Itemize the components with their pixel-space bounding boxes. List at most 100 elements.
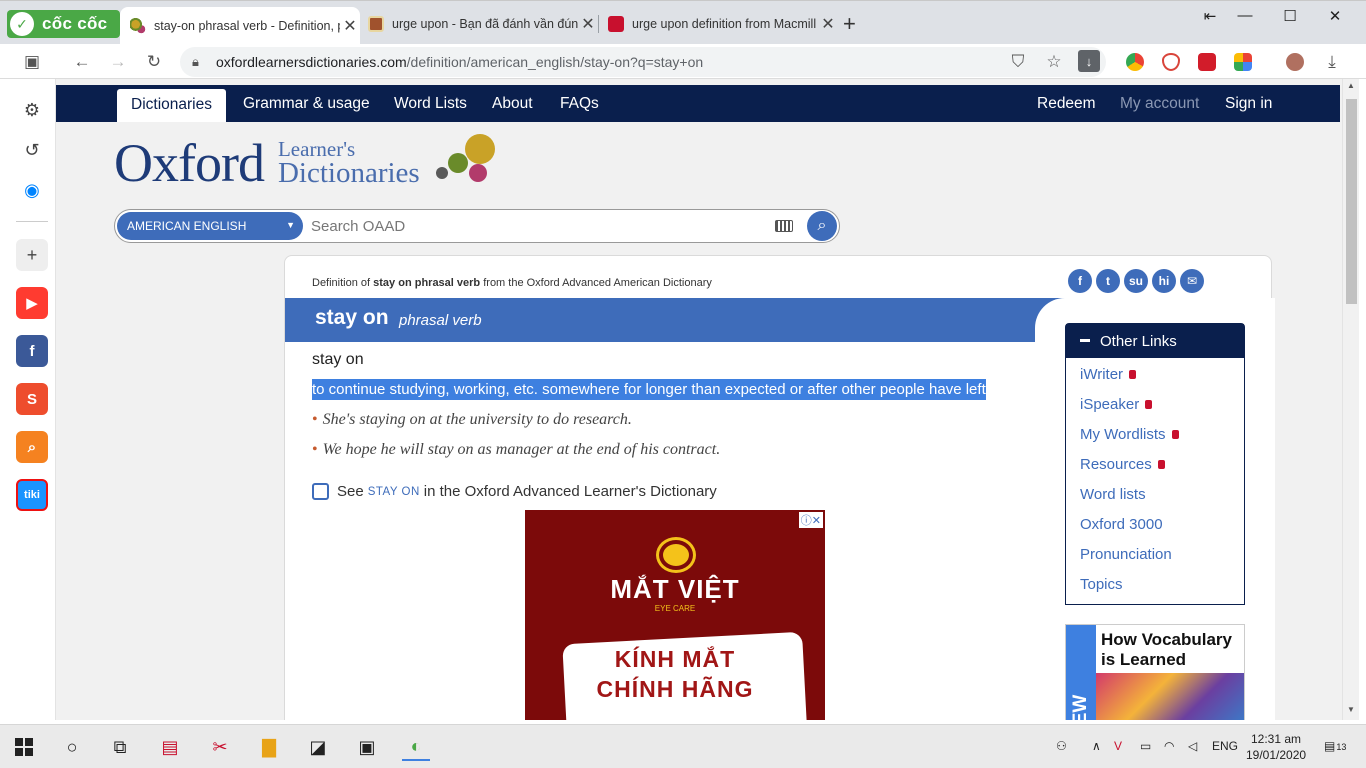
example-sentence: • She's staying on at the university to d… <box>312 411 632 428</box>
hi-share-icon[interactable]: hi <box>1152 269 1176 293</box>
chrome-extension-icon[interactable] <box>1126 53 1144 71</box>
lock-icon <box>1171 430 1179 439</box>
adblock-extension-icon[interactable] <box>1162 53 1180 71</box>
ad-tagline: EYE CARE <box>654 604 696 613</box>
history-icon[interactable]: ↺ <box>16 134 48 166</box>
add-sidebar-app-button[interactable]: + <box>16 239 48 271</box>
input-language[interactable]: ENG <box>1212 739 1238 753</box>
nav-grammar-usage[interactable]: Grammar & usage <box>243 95 370 113</box>
link-ispeaker[interactable]: iSpeaker <box>1080 396 1153 413</box>
tab-title: stay-on phrasal verb - Definition, p <box>154 19 340 33</box>
downloads-icon[interactable]: ⤓ <box>1320 50 1344 74</box>
scrollbar-thumb[interactable] <box>1346 99 1357 304</box>
messenger-icon[interactable]: ◉ <box>16 174 48 206</box>
coccoc-taskbar-icon[interactable]: ◐ <box>402 733 430 761</box>
profile-avatar[interactable] <box>1286 53 1304 71</box>
browser-sidebar: ⚙ ↺ ◉ + ▶ f S ⌕ tiki <box>0 79 56 720</box>
keyboard-icon[interactable] <box>775 220 793 232</box>
ad-info-close-icon[interactable]: ⓘ✕ <box>798 512 823 528</box>
facebook-share-icon[interactable]: f <box>1068 269 1092 293</box>
close-window-button[interactable]: ✕ <box>1315 7 1355 25</box>
task-view-icon[interactable]: ⧉ <box>106 733 134 761</box>
reload-button[interactable]: ↻ <box>142 50 166 74</box>
tab-urge-upon-macmillan[interactable]: urge upon definition from Macmill ✕ <box>598 9 838 39</box>
nav-dictionaries[interactable]: Dictionaries <box>117 89 226 122</box>
stumbleupon-share-icon[interactable]: su <box>1124 269 1148 293</box>
link-resources[interactable]: Resources <box>1080 456 1165 473</box>
scroll-down-icon[interactable]: ▼ <box>1347 705 1355 714</box>
tab-search-button[interactable]: ⇤ <box>1190 7 1230 25</box>
email-share-icon[interactable]: ✉ <box>1180 269 1204 293</box>
lock-icon <box>1129 370 1137 379</box>
link-topics[interactable]: Topics <box>1080 576 1123 593</box>
windows-start-icon[interactable] <box>10 733 38 761</box>
advertisement[interactable]: ⓘ✕ MẮT VIỆT EYE CARE KÍNH MẮT CHÍNH HÃNG <box>525 510 825 720</box>
vocabulary-promo[interactable]: NEW How Vocabulary is Learned <box>1065 624 1245 720</box>
people-icon[interactable]: ⚇ <box>1056 739 1067 753</box>
link-my-wordlists[interactable]: My Wordlists <box>1080 426 1179 443</box>
link-word-lists[interactable]: Word lists <box>1080 486 1146 503</box>
nav-faqs[interactable]: FAQs <box>560 95 599 113</box>
new-tab-button[interactable]: + <box>843 11 856 37</box>
close-tab-icon[interactable]: ✕ <box>340 16 360 36</box>
minimize-button[interactable]: — <box>1225 7 1265 24</box>
forward-button[interactable]: → <box>106 50 130 74</box>
nav-sign-in[interactable]: Sign in <box>1225 95 1272 113</box>
new-badge: NEW <box>1066 625 1096 720</box>
sidebar-toggle-icon[interactable]: ▣ <box>20 50 44 74</box>
link-pronunciation[interactable]: Pronunciation <box>1080 546 1172 563</box>
maximize-button[interactable]: ☐ <box>1270 7 1310 25</box>
colorful-extension-icon[interactable] <box>1234 53 1252 71</box>
nav-redeem[interactable]: Redeem <box>1037 95 1096 113</box>
volume-icon[interactable]: ◁ <box>1188 739 1197 753</box>
search-button[interactable]: ⌕ <box>807 211 837 241</box>
other-links-header[interactable]: Other Links <box>1066 324 1244 358</box>
page-scrollbar[interactable]: ▲ ▼ <box>1342 79 1359 720</box>
clock[interactable]: 12:31 am 19/01/2020 <box>1246 731 1306 763</box>
twitter-share-icon[interactable]: t <box>1096 269 1120 293</box>
oxford-learners-logo[interactable]: Oxford Learner's Dictionaries <box>114 133 510 197</box>
unikey-icon[interactable]: V <box>1114 739 1122 753</box>
shopee-icon[interactable]: S <box>16 383 48 415</box>
tiki-icon[interactable]: tiki <box>16 479 48 511</box>
back-button[interactable]: ← <box>70 50 94 74</box>
battery-icon[interactable]: ▭ <box>1140 739 1151 753</box>
nav-my-account[interactable]: My account <box>1120 95 1199 113</box>
download-page-icon[interactable]: ↓ <box>1078 50 1100 72</box>
show-hidden-icons[interactable]: ∧ <box>1092 739 1101 753</box>
youtube-icon[interactable]: ▶ <box>16 287 48 319</box>
promo-title: How Vocabulary is Learned <box>1101 630 1232 669</box>
search-input[interactable]: Search OAAD <box>311 218 405 235</box>
notifications-icon[interactable]: ▤13 <box>1324 739 1346 753</box>
facebook-icon[interactable]: f <box>16 335 48 367</box>
tab-urge-upon-cambridge[interactable]: urge upon - Bạn đã đánh vần đúng ✕ <box>358 9 598 39</box>
snipping-tool-icon[interactable]: ✂ <box>206 733 234 761</box>
link-oxford-3000[interactable]: Oxford 3000 <box>1080 516 1163 533</box>
red-extension-icon[interactable] <box>1198 53 1216 71</box>
search-app-icon[interactable]: ⌕ <box>16 431 48 463</box>
nav-about[interactable]: About <box>492 95 533 113</box>
app-window-icon[interactable]: ▣ <box>353 733 381 761</box>
shield-icon[interactable]: ⛉ <box>1006 50 1030 74</box>
app-icon[interactable]: ▤ <box>156 733 184 761</box>
lock-icon: 🔒︎ <box>192 54 199 69</box>
link-iwriter[interactable]: iWriter <box>1080 366 1137 383</box>
see-also-link[interactable]: See STAY ON in the Oxford Advanced Learn… <box>312 483 717 500</box>
entry-panel: Definition of stay on phrasal verb from … <box>284 255 1275 720</box>
close-tab-icon[interactable]: ✕ <box>578 14 598 34</box>
search-circle-icon[interactable]: ○ <box>58 733 86 761</box>
phrase-label: stay on <box>312 351 364 368</box>
scroll-up-icon[interactable]: ▲ <box>1347 81 1355 90</box>
sticky-notes-icon[interactable]: ◪ <box>304 733 332 761</box>
bookmark-star-icon[interactable]: ☆ <box>1042 50 1066 74</box>
coccoc-brand-button[interactable]: ✓ cốc cốc <box>7 10 120 38</box>
tab-stay-on[interactable]: stay-on phrasal verb - Definition, p ✕ <box>120 7 360 45</box>
wifi-icon[interactable]: ◠ <box>1164 739 1174 753</box>
close-tab-icon[interactable]: ✕ <box>818 14 838 34</box>
settings-gear-icon[interactable]: ⚙ <box>16 94 48 126</box>
collapse-minus-icon <box>1080 339 1090 342</box>
nav-word-lists[interactable]: Word Lists <box>394 95 467 113</box>
dictionary-select[interactable]: AMERICAN ENGLISH ▼ <box>117 212 303 240</box>
file-explorer-icon[interactable]: ▇ <box>255 733 283 761</box>
address-bar[interactable]: 🔒︎ oxfordlearnersdictionaries.com/defini… <box>180 47 1106 77</box>
